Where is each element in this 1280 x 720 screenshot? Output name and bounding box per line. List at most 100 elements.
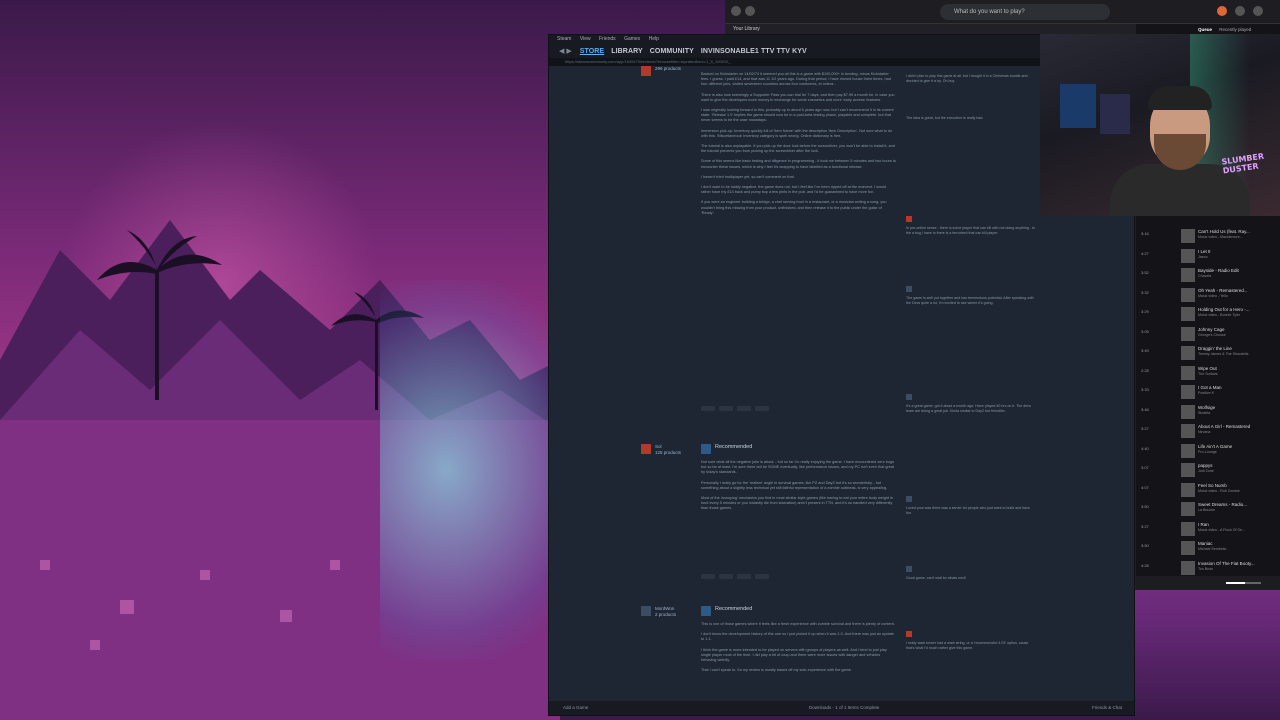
nav-library[interactable]: LIBRARY: [611, 48, 643, 55]
webcam-poster: [1100, 94, 1130, 134]
commenter-avatar[interactable]: [906, 394, 912, 400]
track-row[interactable]: 4:07 Feel So Numb Music video - Rob Zombie: [1136, 480, 1280, 498]
downloads-status[interactable]: Downloads - 1 of 1 Items Complete: [809, 701, 879, 715]
nav-community[interactable]: COMMUNITY: [650, 48, 694, 55]
track-row[interactable]: 3:27 About A Girl - Remastered Nirvana: [1136, 421, 1280, 439]
track-row[interactable]: 4:40 Life Ain't A Game Pro-Lounge: [1136, 441, 1280, 459]
track-title: Bayside - Radio Edit: [1198, 268, 1239, 273]
track-row[interactable]: 4:28 Invasion Of The Fiat Booty... Ton Bru…: [1136, 558, 1280, 576]
track-row[interactable]: 3:32 Oh Yeah - Remastered... Music video -…: [1136, 285, 1280, 303]
menu-steam[interactable]: Steam: [557, 36, 571, 42]
review-text: This is one of those games where it feel…: [701, 622, 896, 678]
track-row[interactable]: 3:49 Draggin' the Line Tommy James & The S…: [1136, 343, 1280, 361]
forward-icon[interactable]: [745, 6, 755, 16]
recommended-label: Recommended: [715, 606, 753, 612]
award-button[interactable]: [755, 406, 769, 411]
track-row[interactable]: 2:28 Wipe Out The Surfaris: [1136, 363, 1280, 381]
track-row[interactable]: 3:16 Can't Hold Us (feat. Ray... Music vid…: [1136, 226, 1280, 244]
reviewer-avatar[interactable]: [641, 606, 651, 616]
profile-avatar[interactable]: [1217, 6, 1227, 16]
browser-search-input[interactable]: What do you want to play?: [940, 4, 1110, 20]
track-row[interactable]: 3:05 Johnny Cage George's Choose: [1136, 324, 1280, 342]
track-title: pappys: [1198, 463, 1213, 468]
reviewer-avatar[interactable]: [641, 66, 651, 76]
commenter-avatar[interactable]: [906, 631, 912, 637]
review-vote-buttons: [701, 398, 821, 411]
vote-yes-button[interactable]: [701, 574, 715, 579]
menu-view[interactable]: View: [580, 36, 591, 42]
friends-chat-button[interactable]: Friends & Chat: [1092, 701, 1122, 715]
add-game-button[interactable]: Add a Game: [563, 705, 588, 710]
track-row[interactable]: 3:07 pappys Jodi Zone: [1136, 460, 1280, 478]
reviewer-games-count: 125 products: [655, 450, 682, 455]
comment-text: In pre-online sense - there is some play…: [906, 226, 1036, 235]
commenter-avatar[interactable]: [906, 566, 912, 572]
review-paragraph: Most of the 'annoying' mechanics you fin…: [701, 496, 894, 511]
commenter-avatar[interactable]: [906, 216, 912, 222]
track-title: I Got a Man: [1198, 385, 1222, 390]
commenter-avatar[interactable]: [906, 496, 912, 502]
menu-friends[interactable]: Friends: [599, 36, 616, 42]
track-title: Can't Hold Us (feat. Ray...: [1198, 229, 1250, 234]
tab-recently-played[interactable]: Recently played: [1219, 27, 1251, 32]
menu-games[interactable]: Games: [624, 36, 640, 42]
track-row[interactable]: 3:29 Holding Out for a Hero -... Music vid…: [1136, 304, 1280, 322]
track-title: Feel So Numb: [1198, 482, 1227, 488]
track-row[interactable]: 3:50 Sweet Dreams - Radio... La Bouche: [1136, 499, 1280, 517]
track-title: Oh Yeah - Remastered...: [1198, 287, 1248, 293]
track-duration: 3:49: [1141, 348, 1149, 353]
track-artist: Sinatria: [1198, 410, 1211, 415]
album-art: [1181, 404, 1195, 419]
track-title: Sweet Dreams - Radio...: [1198, 502, 1248, 507]
review-paragraph: Some of this seems like basic testing an…: [701, 159, 897, 169]
vote-no-button[interactable]: [719, 406, 733, 411]
comment-text: The game is well put together and has tr…: [906, 296, 1034, 305]
vote-no-button[interactable]: [719, 574, 733, 579]
webcam-poster: [1060, 84, 1096, 128]
vote-funny-button[interactable]: [737, 574, 751, 579]
track-duration: 3:50: [1141, 543, 1149, 548]
close-icon[interactable]: [1253, 6, 1263, 16]
track-row[interactable]: 3:46 Wolfsige Sinatria: [1136, 402, 1280, 420]
track-artist: Jodi Zone: [1198, 469, 1214, 473]
menu-help[interactable]: Help: [649, 36, 659, 42]
track-row[interactable]: 4:27 I Let It Jaeco: [1136, 246, 1280, 264]
reviewer-avatar[interactable]: [641, 444, 651, 454]
track-row[interactable]: 3:33 I Got a Man Positive K: [1136, 382, 1280, 400]
track-artist: Michael Sembello: [1198, 547, 1227, 551]
nav-username[interactable]: INVINSONABLE1 TTV TTV KYV: [701, 48, 807, 55]
track-row[interactable]: 3:52 Bayside - Radio Edit Chavela: [1136, 265, 1280, 283]
track-title: Maniac: [1198, 541, 1213, 546]
steam-footer: Add a Game Downloads - 1 of 1 Items Comp…: [549, 701, 1134, 715]
back-icon[interactable]: [731, 6, 741, 16]
track-row[interactable]: 3:50 Maniac Michael Sembello: [1136, 538, 1280, 556]
track-duration: 3:05: [1141, 328, 1149, 334]
review-text: Not sure what all the negative joke is a…: [701, 460, 896, 517]
album-art: [1181, 560, 1195, 575]
reviewer-name[interactable]: MordWon: [655, 606, 695, 611]
nav-arrows-icon[interactable]: ◀ ▶: [559, 47, 572, 55]
track-row[interactable]: 3:27 I Ran Music video - A Flock Of Se...: [1136, 519, 1280, 537]
track-duration: 3:16: [1141, 231, 1149, 236]
volume-slider[interactable]: [1226, 582, 1261, 584]
album-art: [1181, 502, 1195, 516]
tab-your-library[interactable]: Your Library: [733, 26, 760, 32]
reviewer-name[interactable]: Sol: [655, 444, 695, 449]
award-button[interactable]: [755, 574, 769, 579]
vote-funny-button[interactable]: [737, 406, 751, 411]
album-art: [1181, 385, 1195, 399]
track-duration: 3:46: [1141, 406, 1149, 412]
minimize-icon[interactable]: [1235, 6, 1245, 16]
review-paragraph: If you were an engineer building a bridg…: [701, 200, 887, 215]
review-card: 296 products Backed on Kickstarter on 14…: [641, 66, 901, 436]
comment-text: Loved your was there was a server for pe…: [906, 506, 1030, 515]
track-duration: 3:07: [1141, 465, 1149, 470]
vote-yes-button[interactable]: [701, 406, 715, 411]
nav-store[interactable]: STORE: [580, 48, 605, 55]
album-art: [1181, 365, 1195, 380]
album-art: [1181, 424, 1195, 438]
track-artist: Music video - Yello: [1198, 293, 1228, 298]
tab-queue[interactable]: Queue: [1198, 27, 1212, 32]
reviewer-games-count: 2 products: [655, 612, 677, 617]
commenter-avatar[interactable]: [906, 286, 912, 292]
